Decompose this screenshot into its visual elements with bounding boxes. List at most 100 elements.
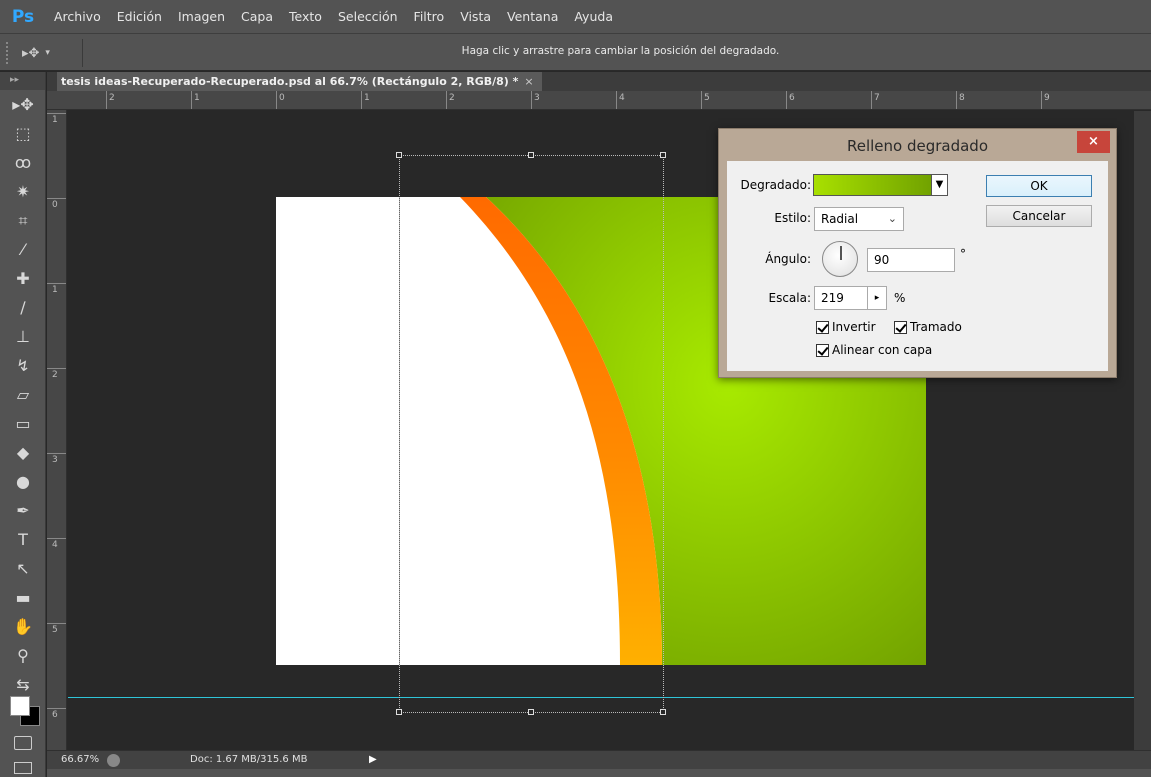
reverse-label: Invertir: [832, 320, 876, 334]
ruler-tick: [47, 113, 66, 114]
style-select[interactable]: Radial ⌄: [814, 207, 904, 231]
ruler-horizontal[interactable]: 2 1 0 1 2 3 4 5 6 7 8 9: [47, 91, 1151, 110]
path-selection-tool-icon[interactable]: ↖: [0, 554, 46, 583]
ruler-label: 9: [1044, 93, 1050, 103]
tool-list: ▸✥ ⬚ ꝏ ✷ ⌗ ⁄ ✚ ∕ ⊥ ↯ ▱ ▭ ◆ ● ✒ T ↖ ▬ ✋ ⚲ ⇆: [0, 90, 45, 699]
photoshop-logo: Ps: [11, 6, 35, 27]
tools-panel-collapse[interactable]: ▸▸: [0, 72, 45, 90]
angle-input[interactable]: 90: [867, 248, 955, 272]
rectangle-tool-icon[interactable]: ▬: [0, 583, 46, 612]
magic-wand-tool-icon[interactable]: ✷: [0, 177, 46, 206]
gradient-tool-icon[interactable]: ▭: [0, 409, 46, 438]
menu-archivo[interactable]: Archivo: [46, 0, 109, 33]
ruler-label: 1: [52, 115, 58, 125]
menu-edicion[interactable]: Edición: [109, 0, 170, 33]
scale-input[interactable]: 219: [814, 286, 868, 310]
angle-dial[interactable]: [822, 241, 858, 277]
blur-tool-icon[interactable]: ◆: [0, 438, 46, 467]
transform-handle[interactable]: [660, 709, 666, 715]
ruler-tick: [47, 283, 66, 284]
ruler-tick: [956, 91, 957, 109]
status-menu-arrow-icon[interactable]: ▶: [369, 754, 377, 765]
ruler-label: 5: [704, 93, 710, 103]
transform-handle[interactable]: [660, 152, 666, 158]
ruler-label: 0: [279, 93, 285, 103]
menu-seleccion[interactable]: Selección: [330, 0, 406, 33]
ruler-tick: [47, 368, 66, 369]
ruler-tick: [47, 623, 66, 624]
transform-handle[interactable]: [396, 709, 402, 715]
scale-unit: %: [894, 291, 906, 305]
ruler-label: 2: [109, 93, 115, 103]
crop-tool-icon[interactable]: ⌗: [0, 206, 46, 235]
foreground-color-swatch[interactable]: [10, 696, 30, 716]
screen-mode-icon[interactable]: [14, 762, 32, 774]
ruler-label: 4: [619, 93, 625, 103]
menu-capa[interactable]: Capa: [233, 0, 281, 33]
history-brush-tool-icon[interactable]: ↯: [0, 351, 46, 380]
dodge-tool-icon[interactable]: ●: [0, 467, 46, 496]
lasso-tool-icon[interactable]: ꝏ: [0, 148, 46, 177]
checkbox-box: [816, 320, 829, 334]
style-label: Estilo:: [774, 211, 811, 225]
checkbox-box: [894, 320, 907, 334]
clone-stamp-tool-icon[interactable]: ⊥: [0, 322, 46, 351]
status-bar: 66.67% Doc: 1.67 MB/315.6 MB ▶: [47, 750, 1151, 769]
options-hint-text: Haga clic y arrastre para cambiar la pos…: [461, 45, 780, 57]
cancel-button[interactable]: Cancelar: [986, 205, 1092, 227]
ruler-vertical[interactable]: 1 0 1 2 3 4 5 6: [47, 110, 67, 750]
ruler-label: 2: [52, 370, 58, 380]
eraser-tool-icon[interactable]: ▱: [0, 380, 46, 409]
hand-tool-icon[interactable]: ✋: [0, 612, 46, 641]
transform-handle[interactable]: [396, 152, 402, 158]
type-tool-icon[interactable]: T: [0, 525, 46, 554]
status-info-icon[interactable]: [107, 754, 120, 767]
brush-tool-icon[interactable]: ∕: [0, 293, 46, 322]
ok-button[interactable]: OK: [986, 175, 1092, 197]
menu-ayuda[interactable]: Ayuda: [566, 0, 621, 33]
dither-checkbox[interactable]: Tramado: [894, 320, 962, 334]
marquee-tool-icon[interactable]: ⬚: [0, 119, 46, 148]
zoom-level[interactable]: 66.67%: [61, 754, 99, 765]
align-with-layer-checkbox[interactable]: Alinear con capa: [816, 343, 932, 357]
ruler-tick: [1041, 91, 1042, 109]
swap-colors-icon[interactable]: ⇆: [0, 670, 46, 699]
ruler-tick: [47, 453, 66, 454]
ruler-label: 4: [52, 540, 58, 550]
ruler-label: 7: [874, 93, 880, 103]
transform-handle[interactable]: [528, 709, 534, 715]
color-swatches: [10, 696, 44, 728]
gradient-swatch[interactable]: [813, 174, 948, 196]
quick-mask-icon[interactable]: [14, 736, 32, 750]
close-icon[interactable]: ×: [524, 75, 533, 88]
checkbox-box: [816, 343, 829, 357]
ruler-tick: [871, 91, 872, 109]
angle-needle: [840, 246, 842, 260]
style-select-value: Radial: [821, 212, 859, 226]
tools-panel: ▸▸ ▸✥ ⬚ ꝏ ✷ ⌗ ⁄ ✚ ∕ ⊥ ↯ ▱ ▭ ◆ ● ✒ T ↖ ▬ ✋ ⚲ ⇆: [0, 72, 46, 777]
eyedropper-tool-icon[interactable]: ⁄: [0, 235, 46, 264]
menu-vista[interactable]: Vista: [452, 0, 499, 33]
menu-texto[interactable]: Texto: [281, 0, 330, 33]
menu-imagen[interactable]: Imagen: [170, 0, 233, 33]
chevron-down-icon[interactable]: ▼: [931, 174, 948, 196]
dither-label: Tramado: [910, 320, 962, 334]
pen-tool-icon[interactable]: ✒: [0, 496, 46, 525]
scale-label: Escala:: [768, 291, 811, 305]
ruler-label: 5: [52, 625, 58, 635]
close-icon[interactable]: ×: [1077, 131, 1110, 153]
menu-filtro[interactable]: Filtro: [406, 0, 453, 33]
vertical-scrollbar[interactable]: [1134, 111, 1151, 750]
reverse-checkbox[interactable]: Invertir: [816, 320, 876, 334]
ruler-tick: [276, 91, 277, 109]
document-tab[interactable]: tesis ideas-Recuperado-Recuperado.psd al…: [57, 72, 542, 91]
healing-brush-tool-icon[interactable]: ✚: [0, 264, 46, 293]
ruler-label: 3: [534, 93, 540, 103]
menu-ventana[interactable]: Ventana: [499, 0, 566, 33]
guide-line[interactable]: [68, 697, 1151, 698]
zoom-tool-icon[interactable]: ⚲: [0, 641, 46, 670]
menu-bar: Ps Archivo Edición Imagen Capa Texto Selecció…: [0, 0, 1151, 33]
scale-slider-arrow-icon[interactable]: ▸: [867, 286, 887, 310]
transform-handle[interactable]: [528, 152, 534, 158]
move-tool-icon[interactable]: ▸✥: [0, 90, 46, 119]
